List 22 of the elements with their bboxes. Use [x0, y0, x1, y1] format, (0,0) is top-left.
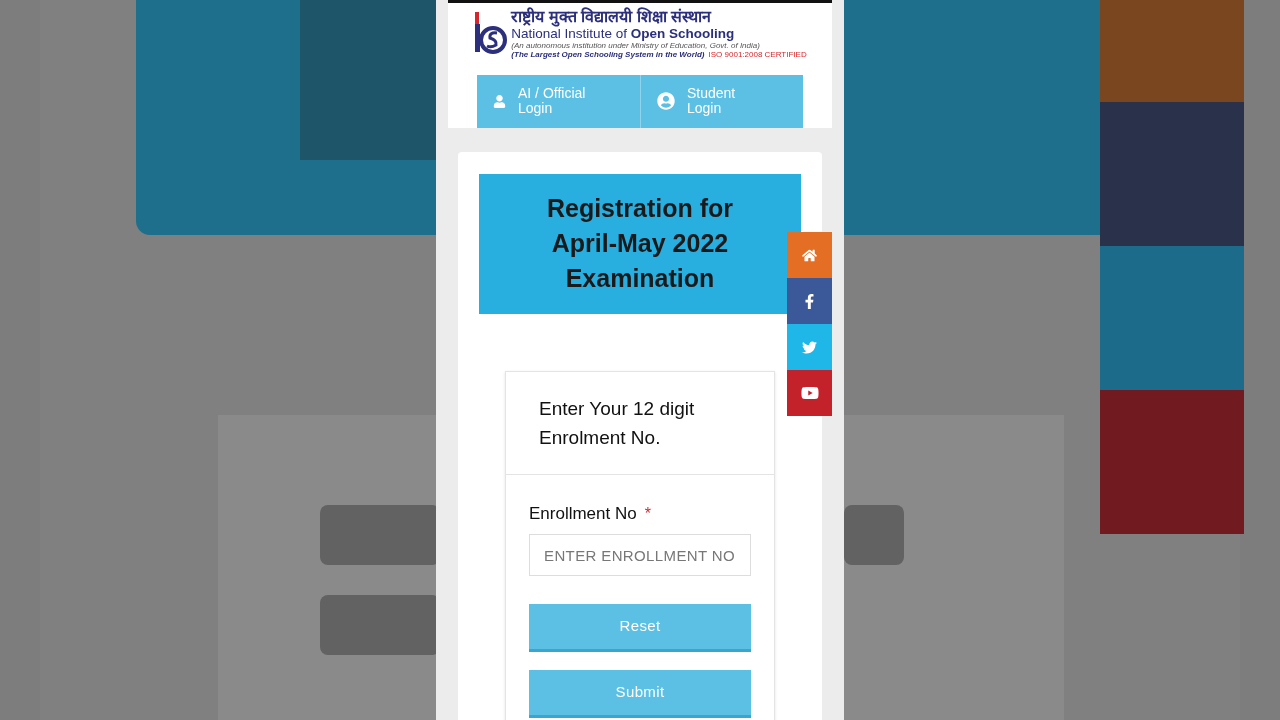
youtube-icon	[800, 384, 819, 402]
enrollment-field[interactable]: ENTER ENROLLMENT NO	[529, 534, 751, 576]
motto: (The Largest Open Schooling System in the World)	[511, 50, 705, 59]
social-link[interactable]	[787, 232, 832, 278]
form-button[interactable]: Submit	[529, 670, 751, 718]
hindi-name: राष्ट्रीय मुक्त विद्यालयी शिक्षा संस्थान	[511, 7, 713, 27]
social-link[interactable]	[787, 278, 832, 324]
form-button[interactable]: Reset	[529, 604, 751, 652]
field-label: Enrollment No	[529, 502, 637, 525]
certification: ISO 9001:2008 CERTIFIED	[708, 50, 807, 59]
required-mark: *	[644, 503, 651, 524]
form-heading: Enter Your 12 digit Enrolment No.	[539, 396, 696, 450]
login-tab[interactable]: AI / Official Login	[477, 74, 640, 128]
institute-name: National Institute of Open Schooling	[511, 27, 735, 41]
facebook-icon	[802, 293, 817, 309]
login-tab[interactable]: Student Login	[640, 74, 803, 128]
social-link[interactable]	[787, 370, 832, 416]
twitter-icon	[802, 339, 817, 355]
user-icon	[493, 94, 506, 108]
tagline: (An autonomous institution under Ministry of Education, Govt. of India)	[511, 41, 760, 50]
registration-banner: Registration for April-May 2022 Examination	[479, 173, 801, 314]
home-icon	[802, 247, 817, 263]
